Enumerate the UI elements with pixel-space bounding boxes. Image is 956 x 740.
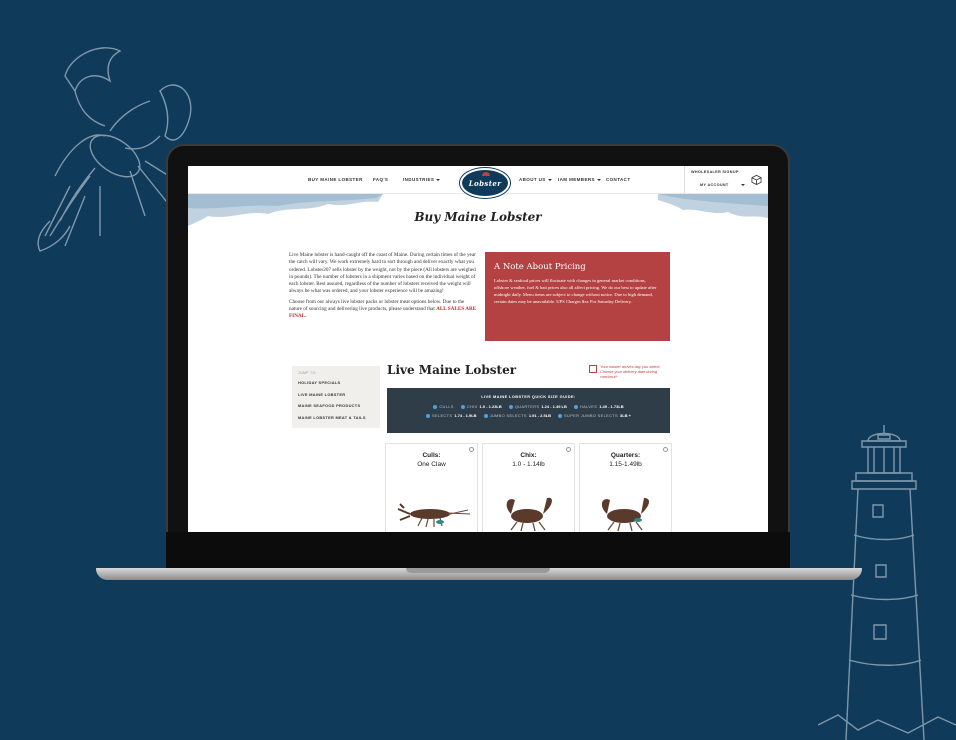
size-value: 1.49 - 1.73LB xyxy=(599,404,624,409)
pricing-note-text: Lobster & seafood prices will fluctuate … xyxy=(494,278,657,304)
lobster-image xyxy=(506,497,552,532)
sidebar-link-maine-seafood-products[interactable]: MAINE SEAFOOD PRODUCTS xyxy=(298,403,374,408)
intro-paragraph: Live Maine lobster is hand-caught off th… xyxy=(289,252,476,295)
lobster-image xyxy=(601,498,650,532)
product-name: Culls: xyxy=(422,452,441,459)
website-screen: BUY MAINE LOBSTER FAQ'S INDUSTRIES ABOUT… xyxy=(188,166,768,532)
laptop-bezel xyxy=(166,532,790,570)
size-name: SUPER JUMBO SELECTS xyxy=(564,413,618,418)
size-value: 3LB + xyxy=(619,413,631,418)
product-name: Chix: xyxy=(520,452,537,459)
sidebar-link-live-maine-lobster[interactable]: LIVE MAINE LOBSTER xyxy=(298,392,374,397)
info-dot-icon xyxy=(573,404,578,409)
size-value: 1.74 - 1.9LB xyxy=(454,413,477,418)
size-value: 1.24 - 1.49 LB xyxy=(541,404,567,409)
size-name: CHIX xyxy=(466,404,478,409)
chevron-down-icon xyxy=(436,178,441,181)
product-range: One Claw xyxy=(417,461,446,468)
wholesaler-signup-link[interactable]: WHOLESALER SIGNUP xyxy=(691,170,739,174)
info-dot-icon xyxy=(483,413,488,418)
size-value: 1.0 - 1.23LB xyxy=(479,404,502,409)
lobster-claw-icon xyxy=(482,172,490,176)
lighthouse-sketch xyxy=(818,425,956,740)
size-chip-super-jumbo-selects: SUPER JUMBO SELECTS 3LB + xyxy=(558,413,631,418)
info-icon[interactable] xyxy=(663,447,668,452)
section-title: Live Maine Lobster xyxy=(387,363,517,377)
size-name: SELECTS xyxy=(431,413,453,418)
size-value: 1.91 - 2.5LB xyxy=(528,413,552,418)
chevron-down-icon xyxy=(547,178,552,181)
size-chip-selects: SELECTS 1.74 - 1.9LB xyxy=(425,413,477,418)
size-chip-halves: HALVES 1.49 - 1.73LB xyxy=(573,404,624,409)
size-chip-quarters: QUARTERS 1.24 - 1.49 LB xyxy=(508,404,567,409)
info-icon[interactable] xyxy=(469,447,474,452)
info-dot-icon xyxy=(558,413,563,418)
top-navigation: BUY MAINE LOBSTER FAQ'S INDUSTRIES ABOUT… xyxy=(188,166,768,215)
size-guide: LIVE MAINE LOBSTER QUICK SIZE GUIDE: CUL… xyxy=(387,388,670,433)
nav-about-us[interactable]: ABOUT US xyxy=(519,177,552,182)
size-name: QUARTERS xyxy=(514,404,540,409)
site-logo[interactable]: Lobster 207 xyxy=(459,167,511,215)
my-account-menu[interactable]: MY ACCOUNT xyxy=(700,183,745,187)
product-range: 1.15-1.49lb xyxy=(609,461,642,468)
nav-iam-members[interactable]: IAM MEMBERS xyxy=(558,177,601,182)
nav-buy-maine-lobster[interactable]: BUY MAINE LOBSTER xyxy=(308,177,363,182)
pricing-note-box: A Note About Pricing Lobster & seafood p… xyxy=(485,252,670,341)
info-dot-icon xyxy=(433,404,438,409)
info-icon[interactable] xyxy=(566,447,571,452)
nav-faqs[interactable]: FAQ'S xyxy=(373,177,388,182)
size-name: JUMBO SELECTS xyxy=(489,413,527,418)
nav-about-us-label: ABOUT US xyxy=(519,177,546,182)
info-dot-icon xyxy=(460,404,465,409)
info-dot-icon xyxy=(508,404,513,409)
nav-industries[interactable]: INDUSTRIES xyxy=(403,177,441,182)
my-account-label: MY ACCOUNT xyxy=(700,183,729,187)
nav-contact[interactable]: CONTACT xyxy=(606,177,630,182)
jump-to-label: JUMP TO: xyxy=(298,371,317,375)
pricing-note-title: A Note About Pricing xyxy=(494,262,586,272)
size-chip-chix: CHIX 1.0 - 1.23LB xyxy=(460,404,502,409)
delivery-date-note: Your lobster arrives day you select. Cho… xyxy=(600,364,661,379)
sidebar-link-lobster-meat-tails[interactable]: MAINE LOBSTER MEAT & TAILS xyxy=(298,415,374,420)
sidebar-link-holiday-specials[interactable]: HOLIDAY SPECIALS xyxy=(298,380,374,385)
product-name: Quarters: xyxy=(610,452,641,459)
product-range: 1.0 - 1.14lb xyxy=(512,461,545,468)
size-name: HALVES xyxy=(579,404,598,409)
product-card-chix[interactable]: Chix: 1.0 - 1.14lb xyxy=(482,443,575,532)
chevron-down-icon xyxy=(740,184,745,186)
size-guide-row: SELECTS 1.74 - 1.9LB JUMBO SELECTS 1.91 - … xyxy=(387,413,670,418)
calendar-icon xyxy=(589,365,597,373)
chevron-down-icon xyxy=(596,178,601,181)
product-card-quarters[interactable]: Quarters: 1.15-1.49lb xyxy=(579,443,672,532)
size-name: CULLS xyxy=(439,404,454,409)
info-dot-icon xyxy=(425,413,430,418)
cart-box-icon[interactable] xyxy=(751,174,762,185)
lobster-image xyxy=(397,503,471,528)
size-chip-jumbo-selects: JUMBO SELECTS 1.91 - 2.5LB xyxy=(483,413,552,418)
size-guide-title: LIVE MAINE LOBSTER QUICK SIZE GUIDE: xyxy=(481,394,576,399)
jump-to-sidebar: JUMP TO: HOLIDAY SPECIALS LIVE MAINE LOB… xyxy=(292,366,380,428)
intro-text: Live Maine lobster is hand-caught off th… xyxy=(289,252,477,321)
nav-iam-members-label: IAM MEMBERS xyxy=(558,177,595,182)
page-title: Buy Maine Lobster xyxy=(414,210,542,224)
nav-divider xyxy=(684,166,685,194)
product-card-culls[interactable]: Culls: One Claw xyxy=(385,443,478,532)
laptop-notch xyxy=(406,568,550,573)
intro-paragraph-2: Choose from our always live lobster pack… xyxy=(289,299,477,321)
size-chip-culls: CULLS xyxy=(433,404,453,409)
nav-industries-label: INDUSTRIES xyxy=(403,177,435,182)
size-guide-row: CULLS CHIX 1.0 - 1.23LB QUARTERS 1.24 - 1.… xyxy=(387,404,670,409)
